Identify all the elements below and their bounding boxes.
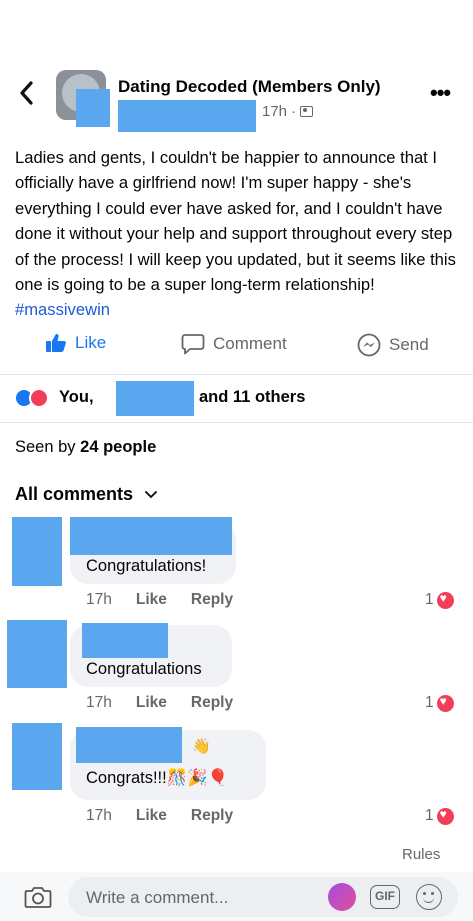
comment-like-button[interactable]: Like: [136, 694, 167, 712]
send-label: Send: [389, 335, 429, 354]
hashtag-link[interactable]: #massivewin: [15, 300, 110, 319]
divider: [0, 374, 473, 375]
comment-like-button[interactable]: Like: [136, 807, 167, 825]
comment-actions: 17h Like Reply: [86, 591, 233, 609]
group-name[interactable]: Dating Decoded (Members Only): [118, 77, 381, 97]
comment-like-button[interactable]: Like: [136, 591, 167, 609]
love-reaction-icon: [436, 694, 454, 712]
post-text: Ladies and gents, I couldn't be happier …: [15, 145, 460, 323]
divider: [0, 422, 473, 423]
redacted-author-name: [118, 100, 256, 132]
comment-like-count: 1: [425, 694, 434, 711]
redacted-commenter-name: [82, 623, 168, 658]
post-time: 17h: [262, 103, 288, 120]
comment-text: Congrats!!!🎊🎉🎈: [86, 769, 228, 788]
party-emoji: 🎊🎉🎈: [166, 769, 229, 787]
comment-body: Congrats!!!: [86, 769, 167, 787]
avatar-sticker-icon[interactable]: [328, 883, 356, 911]
chevron-down-icon: [145, 490, 157, 498]
post-action-bar: Like Comment Send: [0, 333, 473, 367]
comment-text: Congratulations!: [86, 557, 207, 575]
back-arrow-icon[interactable]: [18, 80, 42, 110]
comment-label: Comment: [213, 334, 287, 353]
members-privacy-icon: [300, 106, 314, 117]
gif-icon[interactable]: GIF: [370, 885, 400, 909]
comment-reaction-count[interactable]: 1: [425, 591, 454, 609]
comment-actions: 17h Like Reply: [86, 694, 233, 712]
messenger-icon: [357, 333, 381, 357]
comment-reaction-count[interactable]: 1: [425, 807, 454, 825]
comment-sort-dropdown[interactable]: All comments: [15, 484, 157, 505]
redacted-commenter-name: [70, 517, 232, 555]
comment-like-count: 1: [425, 807, 434, 824]
wave-badge-icon: 👋: [192, 738, 211, 755]
love-reaction-icon: [29, 388, 49, 408]
comment-reply-button[interactable]: Reply: [191, 694, 233, 712]
comment-input-placeholder: Write a comment...: [86, 888, 229, 907]
comment-bubble-icon: [181, 334, 205, 355]
comment-time: 17h: [86, 694, 112, 711]
seen-count: 24 people: [80, 438, 157, 456]
comment-like-count: 1: [425, 591, 434, 608]
redacted-commenter-avatar: [7, 620, 67, 688]
comment-time: 17h: [86, 591, 112, 608]
meta-separator: ·: [291, 103, 297, 120]
redacted-commenter-avatar: [12, 723, 62, 790]
like-label: Like: [75, 333, 107, 352]
emoji-icon[interactable]: [416, 884, 442, 910]
like-button[interactable]: Like: [45, 333, 106, 353]
post-meta: 17h ·: [262, 103, 314, 120]
love-reaction-icon: [436, 591, 454, 609]
comment-reply-button[interactable]: Reply: [191, 807, 233, 825]
redacted-commenter-avatar: [12, 517, 62, 586]
more-options-icon[interactable]: •••: [430, 80, 451, 106]
comment-reply-button[interactable]: Reply: [191, 591, 233, 609]
comment-text: Congratulations: [86, 660, 202, 678]
post-body: Ladies and gents, I couldn't be happier …: [15, 148, 456, 295]
camera-icon[interactable]: [24, 885, 52, 909]
seen-prefix: Seen by: [15, 438, 76, 456]
rules-link[interactable]: Rules: [402, 846, 440, 863]
reaction-others: and 11 others: [199, 388, 306, 406]
send-button[interactable]: Send: [357, 333, 429, 357]
redacted-avatar: [76, 89, 110, 127]
reaction-you: You,: [59, 388, 94, 406]
comment-sort-label: All comments: [15, 484, 134, 504]
comment-actions: 17h Like Reply: [86, 807, 233, 825]
thumbs-up-icon: [46, 334, 66, 352]
comment-button[interactable]: Comment: [181, 333, 287, 355]
comment-time: 17h: [86, 807, 112, 824]
seen-by[interactable]: Seen by 24 people: [15, 438, 156, 457]
redacted-reactor-name: [116, 381, 194, 416]
comment-reaction-count[interactable]: 1: [425, 694, 454, 712]
love-reaction-icon: [436, 807, 454, 825]
redacted-commenter-name: [76, 727, 182, 763]
